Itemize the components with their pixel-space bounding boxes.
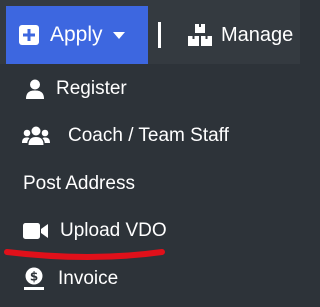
- manage-menu-button[interactable]: Manage: [186, 6, 293, 64]
- svg-text:$: $: [30, 270, 38, 284]
- menu-item-label: Invoice: [58, 268, 119, 289]
- menu-item-register[interactable]: Register: [6, 67, 276, 111]
- caret-down-icon: [112, 31, 125, 39]
- video-icon: [23, 221, 49, 241]
- navbar-divider: [158, 22, 161, 48]
- boxes-icon: [186, 23, 214, 47]
- apply-dropdown-menu: Register Coach / Team Staff Post Address: [6, 64, 276, 307]
- menu-item-post-address[interactable]: Post Address: [6, 162, 276, 206]
- plus-square-icon: [17, 23, 41, 47]
- receipt-icon: $: [23, 267, 45, 291]
- top-navbar: Apply Manage: [0, 0, 300, 64]
- menu-item-label: Register: [56, 78, 127, 99]
- user-icon: [24, 78, 46, 100]
- menu-item-upload-vdo[interactable]: Upload VDO: [6, 209, 276, 253]
- menu-item-coach-team-staff[interactable]: Coach / Team Staff: [6, 114, 276, 158]
- apply-label: Apply: [50, 23, 103, 46]
- menu-item-invoice[interactable]: $ Invoice: [6, 257, 276, 301]
- users-icon: [22, 125, 50, 147]
- screen: Apply Manage Register Coach / Team Staff…: [0, 0, 300, 307]
- menu-item-label: Post Address: [23, 173, 135, 194]
- menu-item-label: Coach / Team Staff: [68, 125, 229, 146]
- menu-item-label: Upload VDO: [60, 220, 167, 241]
- manage-label: Manage: [221, 23, 294, 46]
- apply-dropdown-button[interactable]: Apply: [6, 6, 148, 64]
